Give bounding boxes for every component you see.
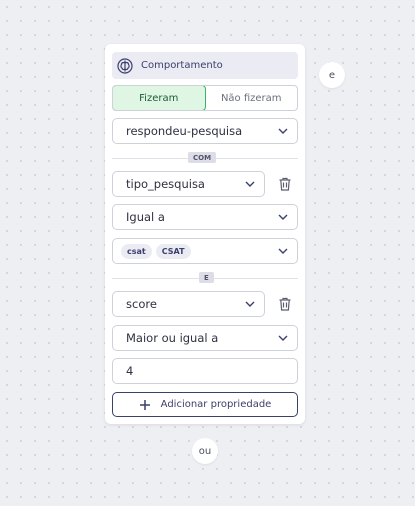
and-connector-label: e	[328, 69, 336, 81]
value-chips: csat CSAT	[121, 243, 277, 259]
and-connector-button[interactable]: e	[319, 62, 345, 88]
property-2-operator-select[interactable]: Maior ou igual a	[112, 325, 298, 351]
toggle-did-not-label: Não fizeram	[220, 92, 282, 104]
chevron-down-icon	[277, 332, 289, 344]
toggle-did-not-option[interactable]: Não fizeram	[206, 86, 298, 110]
chevron-down-icon	[277, 125, 289, 137]
and-separator-label: E	[204, 273, 209, 282]
with-separator-badge: COM	[188, 152, 217, 163]
did-toggle: Fizeram Não fizeram	[112, 85, 298, 111]
brain-icon	[117, 57, 133, 74]
property-1-name-select[interactable]: tipo_pesquisa	[112, 171, 265, 197]
card-title: Comportamento	[141, 60, 223, 71]
property-2-name-select[interactable]: score	[112, 291, 265, 317]
property-1-operator-select[interactable]: Igual a	[112, 204, 298, 230]
property-2-value: 4	[126, 364, 134, 378]
behavior-filter-card: Comportamento Fizeram Não fizeram respon…	[105, 44, 305, 424]
event-select-value: respondeu-pesquisa	[126, 124, 243, 138]
and-separator-badge: E	[199, 272, 214, 283]
toggle-did-option[interactable]: Fizeram	[113, 86, 206, 110]
value-chip: CSAT	[155, 243, 191, 259]
chevron-down-icon	[244, 298, 256, 310]
value-chip: csat	[121, 243, 152, 259]
trash-icon	[279, 297, 291, 311]
trash-icon	[279, 177, 291, 191]
property-1-operator-value: Igual a	[126, 210, 165, 224]
chevron-down-icon	[244, 178, 256, 190]
property-1-name-value: tipo_pesquisa	[126, 177, 205, 191]
with-separator-label: COM	[193, 153, 212, 162]
add-property-label: Adicionar propriedade	[160, 399, 272, 410]
add-property-button[interactable]: Adicionar propriedade	[112, 392, 298, 417]
toggle-did-label: Fizeram	[139, 92, 179, 104]
chevron-down-icon	[277, 211, 289, 223]
chevron-down-icon	[277, 245, 289, 257]
delete-property-2-button[interactable]	[275, 294, 295, 314]
card-header: Comportamento	[112, 52, 298, 79]
delete-property-1-button[interactable]	[275, 174, 295, 194]
property-2-name-value: score	[126, 297, 157, 311]
property-2-value-input[interactable]: 4	[112, 358, 298, 384]
property-2-operator-value: Maior ou igual a	[126, 331, 219, 345]
property-1-values-select[interactable]: csat CSAT	[112, 238, 298, 264]
plus-icon	[139, 399, 151, 411]
or-connector-label: ou	[198, 445, 212, 457]
or-connector-button[interactable]: ou	[192, 438, 218, 464]
event-select[interactable]: respondeu-pesquisa	[112, 118, 298, 144]
